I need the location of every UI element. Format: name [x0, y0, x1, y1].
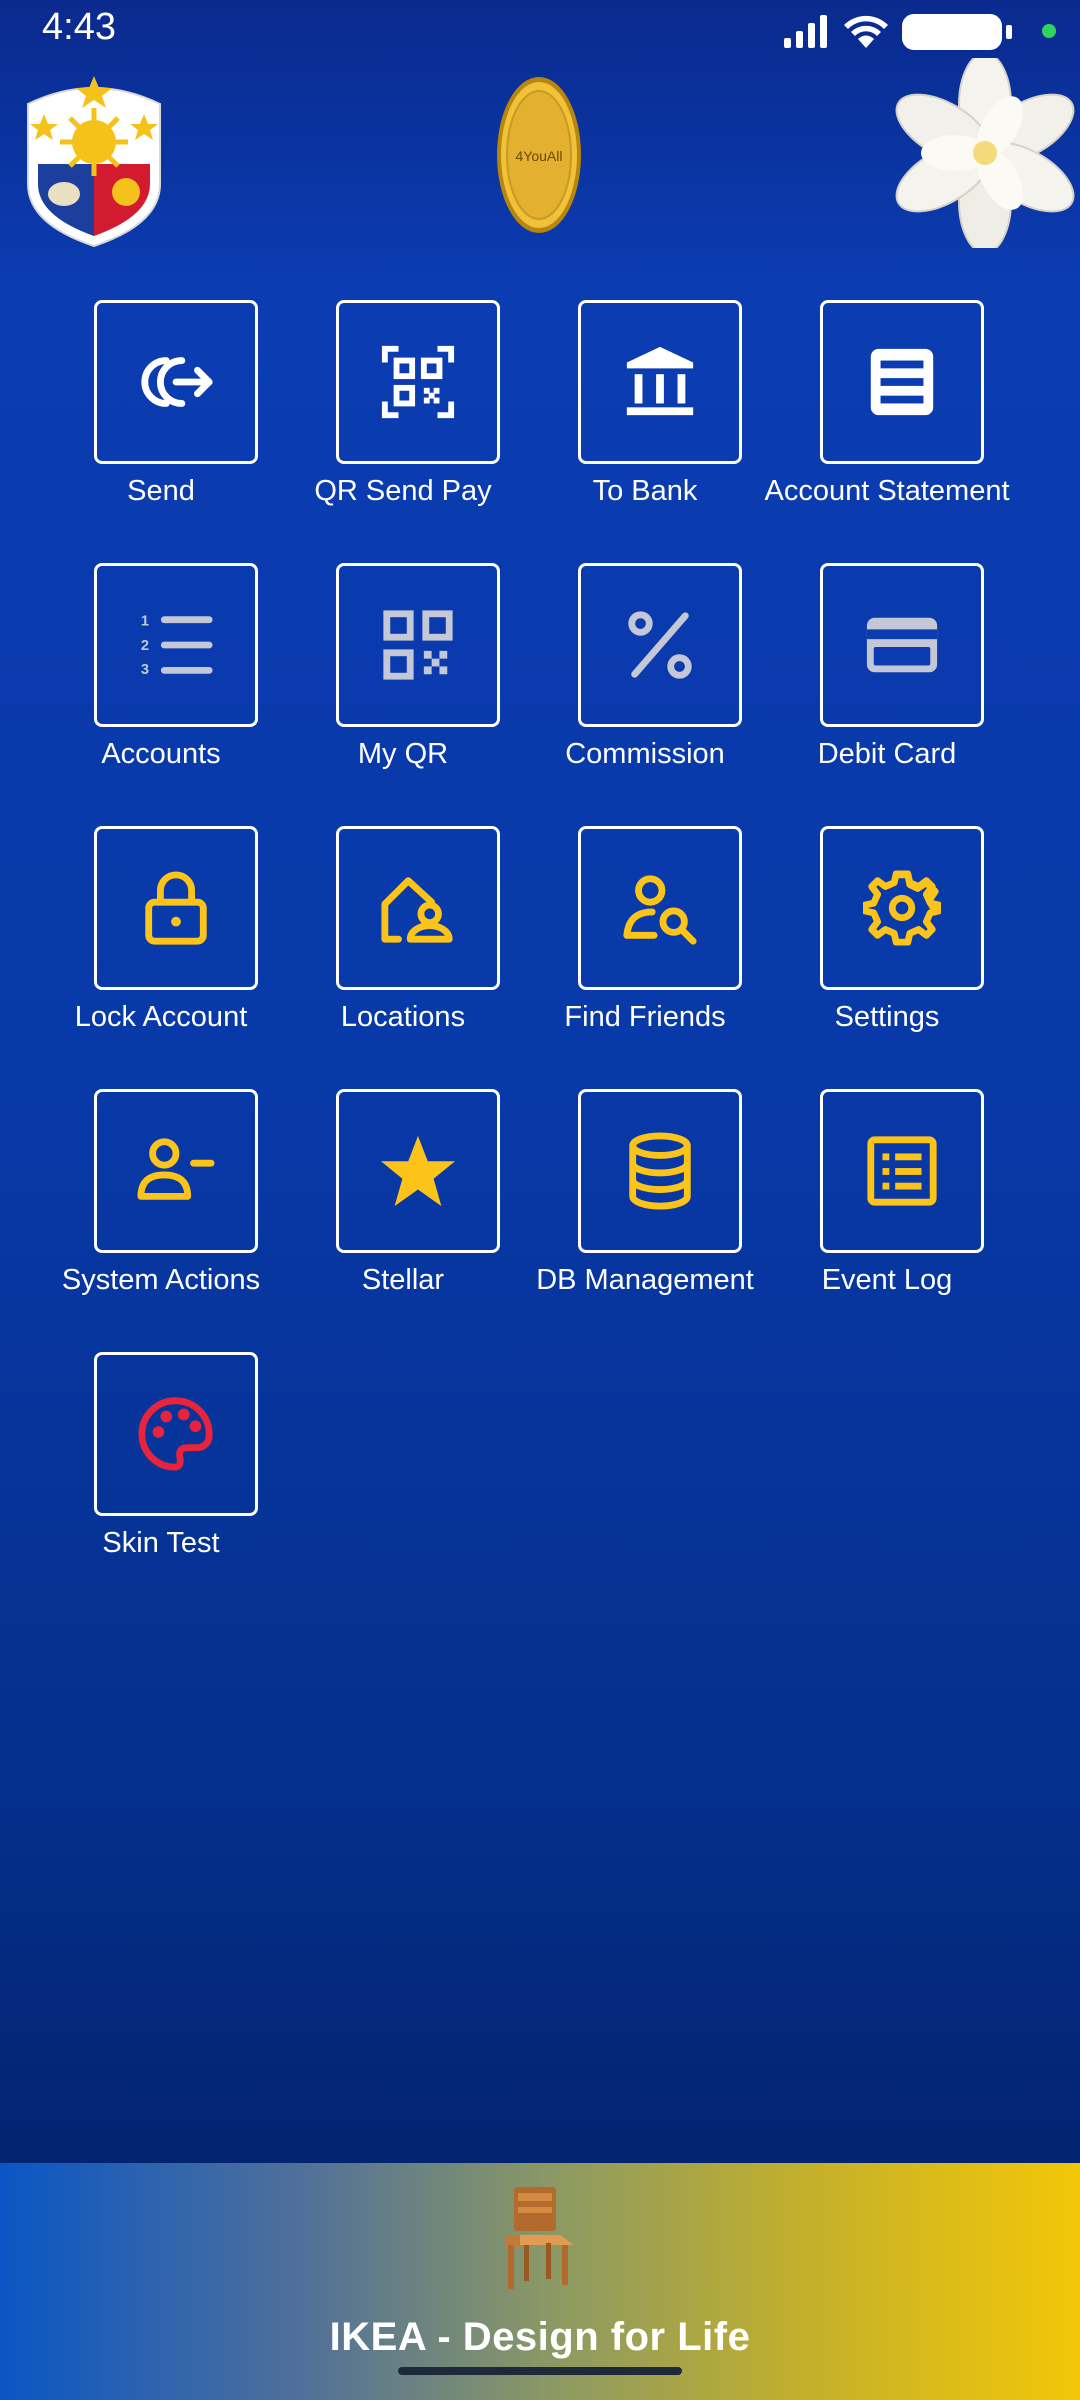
- tile-lock-account[interactable]: Lock Account: [40, 826, 282, 1066]
- tile-send[interactable]: Send: [40, 300, 282, 540]
- tile-find-friends-label: Find Friends: [564, 1001, 726, 1033]
- tile-db-management-label: DB Management: [536, 1264, 754, 1296]
- tile-find-friends-box[interactable]: [578, 826, 742, 990]
- tile-accounts-label: Accounts: [101, 738, 221, 770]
- chair-icon: [506, 2187, 574, 2289]
- list-document-icon: [867, 1136, 937, 1206]
- gear-icon: [863, 870, 941, 946]
- home-person-icon: [381, 877, 453, 943]
- home-indicator[interactable]: [398, 2367, 682, 2375]
- tile-to-bank[interactable]: To Bank: [524, 300, 766, 540]
- tile-my-qr-label: My QR: [357, 738, 449, 770]
- tile-account-statement-box[interactable]: [820, 300, 984, 464]
- tile-lock-account-label: Lock Account: [74, 1001, 248, 1033]
- tile-qr-send-pay-label: QR Send Pay: [314, 475, 492, 507]
- lock-icon: [145, 871, 207, 945]
- tile-debit-card-label: Debit Card: [817, 738, 957, 770]
- tile-event-log-label: Event Log: [821, 1264, 953, 1296]
- tile-locations-box[interactable]: [336, 826, 500, 990]
- tile-skin-test-box[interactable]: [94, 1352, 258, 1516]
- tile-locations-label: Locations: [340, 1001, 466, 1033]
- send-arrow-icon: [141, 357, 213, 407]
- tile-lock-account-box[interactable]: [94, 826, 258, 990]
- tile-event-log-box[interactable]: [820, 1089, 984, 1253]
- credit-card-icon: [866, 617, 938, 673]
- qr-code-icon: [383, 610, 453, 680]
- tile-send-box[interactable]: [94, 300, 258, 464]
- statement-icon: [870, 348, 934, 416]
- ad-banner[interactable]: IKEA - Design for Life: [0, 2163, 1080, 2400]
- tile-qr-send-pay[interactable]: QR Send Pay: [282, 300, 524, 540]
- tile-account-statement-label: Account Statement: [764, 475, 1010, 507]
- svg-text:1: 1: [141, 614, 149, 630]
- tile-debit-card[interactable]: Debit Card: [766, 563, 1008, 803]
- tile-stellar[interactable]: Stellar: [282, 1089, 524, 1329]
- tile-locations[interactable]: Locations: [282, 826, 524, 1066]
- tile-settings-box[interactable]: [820, 826, 984, 990]
- tile-qr-send-pay-box[interactable]: [336, 300, 500, 464]
- tile-commission[interactable]: Commission: [524, 563, 766, 803]
- tile-system-actions-label: System Actions: [61, 1264, 261, 1296]
- svg-text:3: 3: [141, 662, 149, 678]
- tile-to-bank-label: To Bank: [592, 475, 698, 507]
- qr-scan-icon: [381, 345, 455, 419]
- percent-icon: [628, 611, 692, 679]
- palette-icon: [138, 1397, 213, 1471]
- svg-text:2: 2: [141, 638, 149, 654]
- tile-find-friends[interactable]: Find Friends: [524, 826, 766, 1066]
- menu-grid: Send QR Send Pay To Bank Account Stateme…: [0, 0, 1080, 2160]
- tile-accounts[interactable]: 1 2 3 Accounts: [40, 563, 282, 803]
- tile-stellar-label: Stellar: [361, 1264, 445, 1296]
- star-icon: [380, 1135, 456, 1207]
- ad-title: IKEA - Design for Life: [329, 2315, 751, 2359]
- database-icon: [629, 1132, 691, 1210]
- tile-settings[interactable]: Settings: [766, 826, 1008, 1066]
- tile-to-bank-box[interactable]: [578, 300, 742, 464]
- tile-account-statement[interactable]: Account Statement: [764, 300, 1010, 540]
- tile-db-management-box[interactable]: [578, 1089, 742, 1253]
- tile-accounts-box[interactable]: 1 2 3: [94, 563, 258, 727]
- tile-my-qr-box[interactable]: [336, 563, 500, 727]
- tile-my-qr[interactable]: My QR: [282, 563, 524, 803]
- tile-db-management[interactable]: DB Management: [524, 1089, 766, 1329]
- tile-system-actions[interactable]: System Actions: [40, 1089, 282, 1329]
- tile-commission-label: Commission: [565, 738, 725, 770]
- person-remove-icon: [137, 1138, 215, 1200]
- tile-settings-label: Settings: [834, 1001, 940, 1033]
- tile-event-log[interactable]: Event Log: [766, 1089, 1008, 1329]
- tile-skin-test[interactable]: Skin Test: [40, 1352, 282, 1592]
- tile-commission-box[interactable]: [578, 563, 742, 727]
- tile-skin-test-label: Skin Test: [102, 1527, 220, 1559]
- person-search-icon: [623, 875, 697, 945]
- tile-debit-card-box[interactable]: [820, 563, 984, 727]
- tile-system-actions-box[interactable]: [94, 1089, 258, 1253]
- tile-stellar-box[interactable]: [336, 1089, 500, 1253]
- numbered-list-icon: 1 2 3: [141, 614, 213, 678]
- bank-icon: [626, 346, 694, 416]
- tile-send-label: Send: [127, 475, 195, 507]
